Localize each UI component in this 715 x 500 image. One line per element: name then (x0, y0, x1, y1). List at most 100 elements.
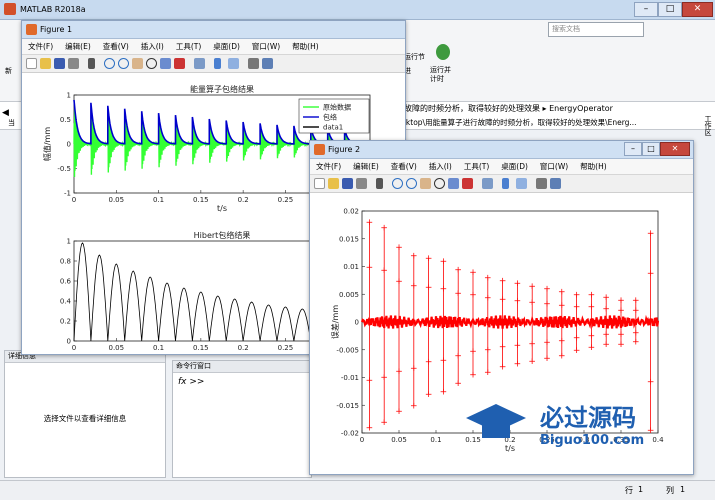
print-icon[interactable] (356, 178, 367, 189)
f2-ytick-label: -0.02 (341, 430, 359, 438)
menu-desktop[interactable]: 桌面(D) (213, 41, 240, 52)
f2-plus-marker: + (588, 303, 596, 313)
f2-plus-marker: + (484, 368, 492, 378)
f2-plus-marker: + (632, 296, 640, 306)
pan-icon[interactable] (132, 58, 143, 69)
new-figure-icon[interactable] (314, 178, 325, 189)
menu-window[interactable]: 窗口(W) (252, 41, 280, 52)
menu-insert[interactable]: 插入(I) (141, 41, 164, 52)
figure1-toolbar (22, 55, 405, 73)
f2-plus-marker: + (617, 340, 625, 350)
figure2-title-bar[interactable]: Figure 2 – □ ✕ (310, 141, 693, 159)
figure2-maximize-button[interactable]: □ (642, 142, 660, 156)
figure1-title-bar[interactable]: Figure 1 (22, 21, 405, 39)
f2-plus-marker: + (454, 352, 462, 362)
close-button[interactable]: ✕ (682, 2, 713, 17)
run-and-time-icon[interactable] (436, 44, 450, 60)
data-cursor-icon[interactable] (160, 58, 171, 69)
f2-plus-marker: + (617, 296, 625, 306)
rotate-icon[interactable] (146, 58, 157, 69)
f1-top-title: 能量算子包络结果 (190, 84, 254, 94)
f2-plus-marker: + (573, 303, 581, 313)
f1-top-ytick-label: -0.5 (57, 165, 71, 173)
f2-plus-marker: + (366, 218, 374, 228)
f2-plus-marker: + (440, 387, 448, 397)
f2-plus-marker: + (617, 306, 625, 316)
back-arrow-icon[interactable]: ◀ (2, 108, 9, 118)
menu-insert[interactable]: 插入(I) (429, 161, 452, 172)
dock-icon[interactable] (262, 58, 273, 69)
menu-help[interactable]: 帮助(H) (292, 41, 319, 52)
menu-view[interactable]: 查看(V) (103, 41, 129, 52)
save-icon[interactable] (54, 58, 65, 69)
colorbar-icon[interactable] (214, 58, 221, 69)
run-section-label[interactable]: 运行节 (404, 52, 425, 62)
figure2-title: Figure 2 (328, 145, 361, 154)
link-plot-icon[interactable] (482, 178, 493, 189)
f1-bot-title: Hibert包络结果 (194, 230, 251, 240)
link-plot-icon[interactable] (194, 58, 205, 69)
current-folder-path[interactable]: 故障的时频分析，取得较好的处理效果 ▸ EnergyOperator (404, 103, 613, 114)
open-icon[interactable] (328, 178, 339, 189)
f2-plus-marker: + (410, 401, 418, 411)
brush-icon[interactable] (462, 178, 473, 189)
command-window[interactable]: 命令行窗口 fx >> (172, 360, 312, 478)
print-icon[interactable] (68, 58, 79, 69)
figure2-close-button[interactable]: ✕ (660, 142, 690, 156)
menu-desktop[interactable]: 桌面(D) (501, 161, 528, 172)
f2-plus-marker: + (602, 293, 610, 303)
run-and-time-label[interactable]: 运行并 计时 (430, 66, 460, 84)
menu-view[interactable]: 查看(V) (391, 161, 417, 172)
f2-plus-marker: + (395, 243, 403, 253)
zoom-in-icon[interactable] (392, 178, 403, 189)
zoom-out-icon[interactable] (406, 178, 417, 189)
f2-plus-marker: + (588, 290, 596, 300)
maximize-button[interactable]: □ (658, 2, 682, 17)
f2-plus-marker: + (602, 304, 610, 314)
search-docs-input[interactable]: 搜索文档 (548, 22, 644, 37)
current-folder-path-detail: sktop\用能量算子进行故障的时频分析，取得较好的处理效果\Energ... (402, 118, 637, 127)
menu-tools[interactable]: 工具(T) (464, 161, 489, 172)
f2-xtick-label: 0 (360, 436, 364, 444)
colorbar-icon[interactable] (502, 178, 509, 189)
open-icon[interactable] (40, 58, 51, 69)
watermark-url: Biguo100.com (540, 433, 644, 448)
hide-tools-icon[interactable] (248, 58, 259, 69)
col-label: 列 (666, 486, 674, 495)
menu-edit[interactable]: 编辑(E) (65, 41, 91, 52)
f2-plus-marker: + (366, 376, 374, 386)
menu-edit[interactable]: 编辑(E) (353, 161, 379, 172)
menu-window[interactable]: 窗口(W) (540, 161, 568, 172)
menu-file[interactable]: 文件(F) (28, 41, 53, 52)
legend-icon[interactable] (228, 58, 239, 69)
menu-file[interactable]: 文件(F) (316, 161, 341, 172)
hide-tools-icon[interactable] (536, 178, 547, 189)
current-folder-tab[interactable]: 当 (8, 118, 15, 128)
details-panel: 详细信息 选择文件以查看详细信息 (4, 350, 166, 478)
rotate-icon[interactable] (434, 178, 445, 189)
figure2-menu-bar: 文件(F) 编辑(E) 查看(V) 插入(I) 工具(T) 桌面(D) 窗口(W… (310, 159, 693, 175)
ribbon-new-label[interactable]: 新 (5, 66, 12, 76)
f2-ytick-label: 0.015 (339, 235, 359, 243)
f1-top-xtick-label: 0.25 (278, 196, 294, 204)
minimize-button[interactable]: – (634, 2, 658, 17)
app-title: MATLAB R2018a (20, 5, 86, 14)
figure2-minimize-button[interactable]: – (624, 142, 642, 156)
dock-icon[interactable] (550, 178, 561, 189)
brush-icon[interactable] (174, 58, 185, 69)
command-prompt[interactable]: fx >> (178, 377, 204, 387)
pan-icon[interactable] (420, 178, 431, 189)
pointer-icon[interactable] (376, 178, 383, 189)
menu-tools[interactable]: 工具(T) (176, 41, 201, 52)
save-icon[interactable] (342, 178, 353, 189)
menu-help[interactable]: 帮助(H) (580, 161, 607, 172)
new-figure-icon[interactable] (26, 58, 37, 69)
f2-plus-marker: + (558, 287, 566, 297)
zoom-out-icon[interactable] (118, 58, 129, 69)
pointer-icon[interactable] (88, 58, 95, 69)
legend-icon[interactable] (516, 178, 527, 189)
f2-plus-marker: + (632, 329, 640, 339)
workspace-side-tab[interactable]: 工作区 (697, 115, 713, 155)
data-cursor-icon[interactable] (448, 178, 459, 189)
zoom-in-icon[interactable] (104, 58, 115, 69)
